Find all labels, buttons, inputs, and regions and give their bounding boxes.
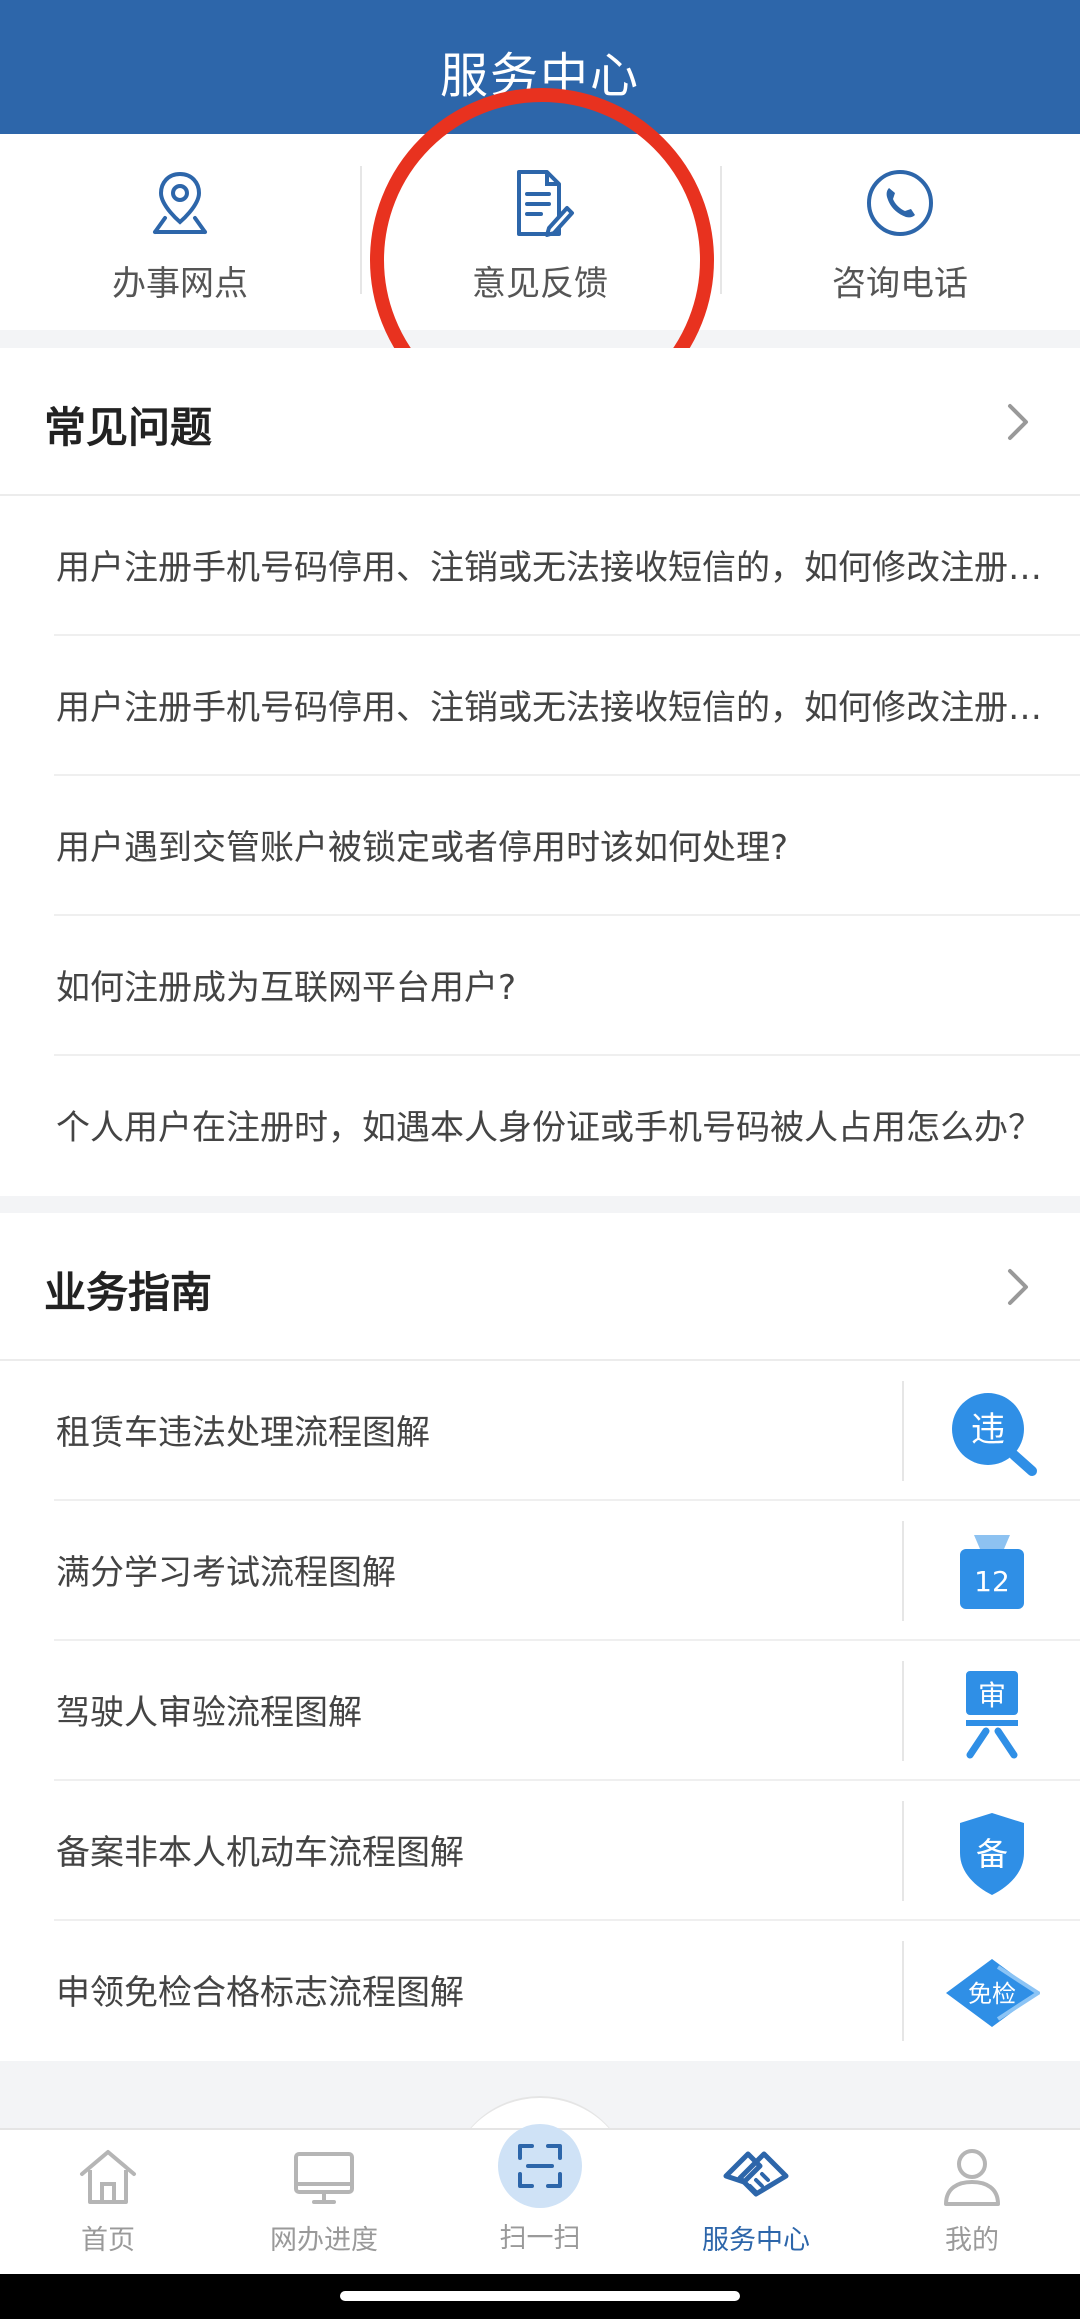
guide-header[interactable]: 业务指南 — [0, 1213, 1080, 1361]
tab-label: 首页 — [81, 2225, 135, 2256]
icon-glyph: 违 — [971, 1410, 1005, 1450]
review-icon: 审 — [966, 1671, 1018, 1759]
faq-item[interactable]: 用户注册手机号码停用、注销或无法接收短信的，如何修改注册手机号码？ — [54, 636, 1080, 776]
guide-item[interactable]: 租赁车违法处理流程图解 违 — [54, 1361, 1080, 1501]
faq-question: 如何注册成为互联网平台用户? — [56, 968, 517, 1008]
tab-label: 服务中心 — [702, 2225, 810, 2256]
icon-glyph: 审 — [978, 1679, 1006, 1712]
home-icon — [80, 2150, 136, 2204]
guide-item[interactable]: 申领免检合格标志流程图解 免检 — [54, 1921, 1080, 2061]
faq-question: 用户遇到交管账户被锁定或者停用时该如何处理? — [56, 828, 789, 868]
page-title: 服务中心 — [439, 48, 640, 104]
scan-button[interactable] — [498, 2124, 582, 2208]
faq-item[interactable]: 用户遇到交管账户被锁定或者停用时该如何处理? — [54, 776, 1080, 916]
quick-action-outlets[interactable]: 办事网点 — [0, 134, 360, 330]
tab-progress[interactable]: 网办进度 — [216, 2140, 432, 2270]
faq-question: 用户注册手机号码停用、注销或无法接收短信的，如何修改注册手机号码？ — [56, 548, 1046, 588]
icon-glyph: 12 — [974, 1565, 1010, 1598]
divider — [902, 1801, 904, 1901]
divider — [902, 1661, 904, 1761]
quick-actions-bar: 办事网点 意见反馈 咨询电话 — [0, 134, 1080, 330]
monitor-icon — [294, 2152, 354, 2204]
location-pin-icon — [153, 171, 207, 234]
divider — [902, 1941, 904, 2041]
divider — [902, 1381, 904, 1481]
record-shield-icon: 备 — [960, 1813, 1024, 1895]
guide-label: 驾驶人审验流程图解 — [56, 1693, 362, 1733]
faq-item[interactable]: 个人用户在注册时，如遇本人身份证或手机号码被人占用怎么办？ — [54, 1056, 1080, 1196]
phone-icon — [867, 170, 933, 236]
tab-scan[interactable]: 扫一扫 — [432, 2124, 648, 2254]
faq-header[interactable]: 常见问题 — [0, 348, 1080, 496]
faq-item[interactable]: 如何注册成为互联网平台用户? — [54, 916, 1080, 1056]
quick-action-label: 办事网点 — [112, 264, 248, 304]
icon-glyph: 免检 — [968, 1980, 1016, 2008]
tab-label: 我的 — [945, 2225, 999, 2256]
faq-item[interactable]: 用户注册手机号码停用、注销或无法接收短信的，如何修改注册手机号码？ — [54, 496, 1080, 636]
score-12-icon: 12 — [960, 1535, 1024, 1609]
exempt-diamond-icon: 免检 — [946, 1959, 1040, 2027]
violation-search-icon: 违 — [952, 1393, 1037, 1476]
guide-item[interactable]: 驾驶人审验流程图解 审 — [54, 1641, 1080, 1781]
guide-item[interactable]: 备案非本人机动车流程图解 备 — [54, 1781, 1080, 1921]
icon-glyph: 备 — [976, 1835, 1008, 1873]
app-header: 服务中心 — [0, 0, 1080, 134]
faq-question: 用户注册手机号码停用、注销或无法接收短信的，如何修改注册手机号码？ — [56, 688, 1046, 728]
guide-item[interactable]: 满分学习考试流程图解 12 — [54, 1501, 1080, 1641]
chevron-right-icon — [1008, 404, 1028, 440]
section-title: 业务指南 — [44, 1268, 213, 1317]
tab-home[interactable]: 首页 — [0, 2140, 216, 2270]
guide-section: 业务指南 租赁车违法处理流程图解 违 满分学习考试流程图解 12 驾驶人审验流程… — [0, 1213, 1080, 2061]
faq-section: 常见问题 用户注册手机号码停用、注销或无法接收短信的，如何修改注册手机号码？ 用… — [0, 348, 1080, 1196]
guide-label: 满分学习考试流程图解 — [56, 1553, 396, 1593]
section-title: 常见问题 — [44, 403, 213, 452]
divider — [902, 1521, 904, 1621]
home-indicator[interactable] — [340, 2291, 740, 2301]
quick-action-label: 意见反馈 — [472, 264, 608, 304]
scan-icon — [518, 2144, 562, 2188]
tab-label: 网办进度 — [270, 2225, 378, 2256]
guide-label: 申领免检合格标志流程图解 — [56, 1973, 464, 2013]
guide-label: 租赁车违法处理流程图解 — [56, 1413, 430, 1453]
quick-action-label: 咨询电话 — [832, 264, 968, 304]
quick-action-hotline[interactable]: 咨询电话 — [720, 134, 1080, 330]
guide-label: 备案非本人机动车流程图解 — [56, 1833, 464, 1873]
user-icon — [944, 2149, 1000, 2206]
tab-service-center[interactable]: 服务中心 — [648, 2140, 864, 2270]
tab-mine[interactable]: 我的 — [864, 2140, 1080, 2270]
faq-question: 个人用户在注册时，如遇本人身份证或手机号码被人占用怎么办？ — [56, 1108, 1042, 1148]
feedback-document-icon — [517, 170, 574, 237]
tab-label: 扫一扫 — [499, 2223, 581, 2254]
handshake-icon — [723, 2151, 789, 2197]
quick-action-feedback[interactable]: 意见反馈 — [360, 134, 720, 330]
chevron-right-icon — [1008, 1269, 1028, 1305]
